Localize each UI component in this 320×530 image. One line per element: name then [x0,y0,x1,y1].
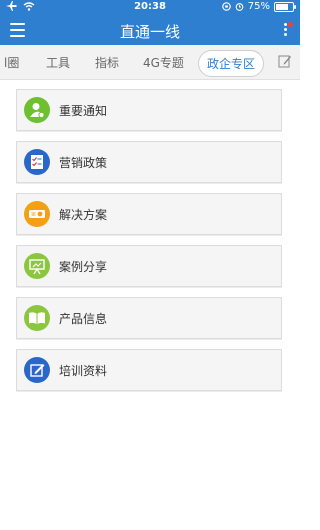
notification-dot [288,22,293,27]
app-header: 直通一线 [0,15,300,45]
list-item-product-info[interactable]: 产品信息 [16,297,282,339]
person-icon [24,97,50,123]
list-item-training-materials[interactable]: 培训资料 [16,349,282,391]
list-item-solutions[interactable]: 解决方案 [16,193,282,235]
battery-icon [274,1,296,12]
checklist-icon [24,149,50,175]
tab-circle[interactable]: l圈 [4,54,19,71]
list-item-label: 解决方案 [59,208,108,222]
tab-tools[interactable]: 工具 [46,54,70,71]
battery-percent: 75% [247,1,270,12]
edit-icon [24,357,50,383]
list-item-case-sharing[interactable]: 案例分享 [16,245,282,287]
lock-rotation-icon [221,2,231,11]
tab-4g-topics[interactable]: 4G专题 [143,54,184,71]
tab-government-enterprise[interactable]: 政企专区 [198,50,265,77]
projector-icon [24,201,50,227]
category-tabs: l圈 工具 指标 4G专题 政企专区 [0,45,300,80]
page-title: 直通一线 [119,23,180,41]
top-bar: 20:38 75% 直通一线 [0,0,300,45]
list-item-label: 培训资料 [59,364,108,378]
more-options-button[interactable] [280,21,293,39]
presentation-icon [24,253,50,279]
list-item-label: 案例分享 [59,260,108,274]
list-item-important-notice[interactable]: 重要通知 [16,89,282,131]
list-item-label: 重要通知 [59,104,108,118]
book-icon [24,305,50,331]
alarm-icon [235,3,244,11]
list-item-label: 营销政策 [59,156,108,170]
edit-tabs-icon[interactable] [278,54,292,68]
status-bar: 20:38 75% [0,0,300,15]
list-item-label: 产品信息 [59,312,108,326]
tab-indicators[interactable]: 指标 [95,54,119,71]
menu-list: 重要通知 营销政策 解决方案 案例分享 产品信息 培训资料 [16,89,282,401]
list-item-marketing-policy[interactable]: 营销政策 [16,141,282,183]
